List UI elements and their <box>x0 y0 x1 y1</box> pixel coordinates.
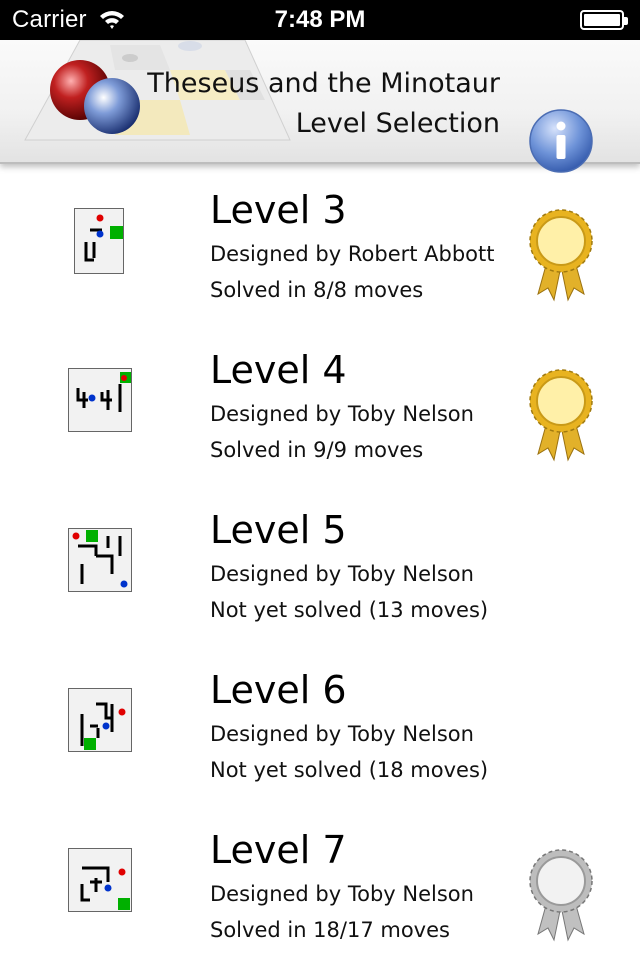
level-designer: Designed by Toby Nelson <box>210 722 474 746</box>
level-status: Solved in 9/9 moves <box>210 438 424 462</box>
level-title: Level 6 <box>210 668 347 712</box>
level-6-maze-thumbnail <box>68 688 132 752</box>
screen-title: Level Selection <box>295 108 500 139</box>
level-title: Level 5 <box>210 508 347 552</box>
level-title: Level 4 <box>210 348 347 392</box>
gold-medal-icon <box>529 209 593 302</box>
page-title: Theseus and the Minotaur Level Selection <box>147 64 500 144</box>
level-row-4[interactable]: Level 4 Designed by Toby Nelson Solved i… <box>0 324 640 484</box>
level-4-maze-thumbnail <box>68 368 132 432</box>
battery-icon <box>580 10 628 30</box>
level-title: Level 7 <box>210 828 347 872</box>
level-designer: Designed by Toby Nelson <box>210 402 474 426</box>
level-row-5[interactable]: Level 5 Designed by Toby Nelson Not yet … <box>0 484 640 644</box>
level-5-maze-thumbnail <box>68 528 132 592</box>
app-title: Theseus and the Minotaur <box>147 68 500 99</box>
level-status: Not yet solved (13 moves) <box>210 598 489 622</box>
level-designer: Designed by Toby Nelson <box>210 882 474 906</box>
level-row-6[interactable]: Level 6 Designed by Toby Nelson Not yet … <box>0 644 640 804</box>
level-status: Solved in 18/17 moves <box>210 918 450 942</box>
level-designer: Designed by Robert Abbott <box>210 242 495 266</box>
clock: 7:48 PM <box>274 6 366 33</box>
level-status: Not yet solved (18 moves) <box>210 758 489 782</box>
gold-medal-icon <box>529 369 593 462</box>
level-3-maze-thumbnail <box>74 208 124 274</box>
status-bar: Carrier 7:48 PM <box>0 0 640 40</box>
level-status: Solved in 8/8 moves <box>210 278 424 302</box>
level-row-3[interactable]: Level 3 Designed by Robert Abbott Solved… <box>0 164 640 324</box>
level-row-7[interactable]: Level 7 Designed by Toby Nelson Solved i… <box>0 804 640 964</box>
level-7-maze-thumbnail <box>68 848 132 912</box>
level-list: Level 3 Designed by Robert Abbott Solved… <box>0 164 640 964</box>
silver-medal-icon <box>529 849 593 942</box>
level-title: Level 3 <box>210 188 347 232</box>
header-bar: Theseus and the Minotaur Level Selection <box>0 40 640 173</box>
level-designer: Designed by Toby Nelson <box>210 562 474 586</box>
